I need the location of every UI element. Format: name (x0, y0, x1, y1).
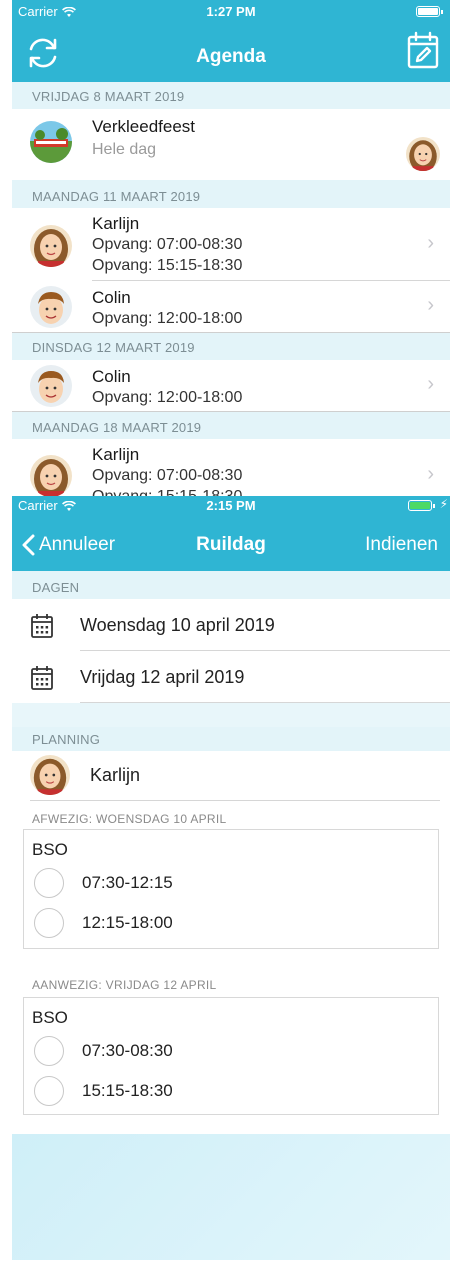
battery-charging-icon (408, 500, 435, 511)
section-header: MAANDAG 18 MAART 2019 (12, 411, 450, 439)
schedule-line: Opvang: 15:15-18:30 (92, 488, 242, 496)
calendar-edit-icon[interactable] (406, 30, 440, 75)
present-option[interactable]: 15:15-18:30 (34, 1076, 173, 1106)
list-item-event[interactable]: Verkleedfeest Hele dag (12, 109, 450, 180)
planning-panel: AFWEZIG: WOENSDAG 10 APRIL BSO 07:30-12:… (12, 801, 450, 1134)
event-title: Verkleedfeest (92, 117, 196, 136)
option-time: 07:30-08:30 (82, 1041, 173, 1060)
row-divider (30, 800, 440, 801)
day-row[interactable]: Woensdag 10 april 2019 (12, 599, 450, 651)
present-box: BSO 07:30-08:30 15:15-18:30 (23, 997, 439, 1115)
list-item[interactable]: Colin Opvang: 12:00-18:00 › (12, 281, 450, 332)
schedule-line: Opvang: 12:00-18:00 (92, 310, 243, 327)
present-label: AANWEZIG: VRIJDAG 12 APRIL (32, 978, 217, 992)
child-name: Colin (92, 288, 131, 307)
day-label: Woensdag 10 april 2019 (80, 615, 275, 635)
calendar-icon (30, 613, 54, 644)
chevron-right-icon: › (427, 373, 434, 395)
calendar-icon (30, 665, 54, 696)
schedule-line: Opvang: 07:00-08:30 (92, 467, 243, 484)
list-item[interactable]: Colin Opvang: 12:00-18:00 › (12, 360, 450, 411)
radio-button[interactable] (34, 908, 64, 938)
schedule-line: Opvang: 12:00-18:00 (92, 389, 243, 406)
option-time: 12:15-18:00 (82, 913, 173, 932)
chevron-right-icon: › (427, 463, 434, 485)
radio-button[interactable] (34, 1036, 64, 1066)
child-avatar-girl (30, 755, 70, 795)
child-avatar-girl (30, 225, 72, 267)
section-spacer (12, 703, 450, 727)
child-avatar-boy (30, 286, 72, 328)
submit-button[interactable]: Indienen (365, 534, 438, 556)
charging-bolt-icon: ⚡ (439, 497, 448, 511)
child-avatar-girl (406, 137, 440, 171)
event-subtitle: Hele dag (92, 141, 157, 158)
radio-button[interactable] (34, 868, 64, 898)
schedule-line: Opvang: 07:00-08:30 (92, 236, 243, 253)
status-bar: Carrier 1:27 PM (12, 0, 450, 22)
status-time: 1:27 PM (206, 4, 256, 19)
ruildag-screen: Carrier 2:15 PM ⚡ Annuleer Ruildag Indie… (12, 496, 450, 1134)
absent-label: AFWEZIG: WOENSDAG 10 APRIL (32, 812, 227, 826)
battery-icon (416, 6, 443, 17)
page-title: Agenda (196, 46, 266, 67)
chevron-right-icon: › (427, 294, 434, 316)
option-time: 07:30-12:15 (82, 873, 173, 892)
status-time: 2:15 PM (206, 498, 256, 513)
section-header: DINSDAG 12 MAART 2019 (12, 332, 450, 360)
radio-button[interactable] (34, 1076, 64, 1106)
child-row: Karlijn (12, 751, 450, 801)
day-row[interactable]: Vrijdag 12 april 2019 (12, 651, 450, 703)
option-time: 15:15-18:30 (82, 1081, 173, 1100)
planning-section-header: PLANNING (12, 727, 450, 751)
section-header: VRIJDAG 8 MAART 2019 (12, 82, 450, 109)
day-label: Vrijdag 12 april 2019 (80, 667, 245, 687)
list-item[interactable]: Karlijn Opvang: 07:00-08:30 Opvang: 15:1… (12, 208, 450, 281)
child-name: Colin (92, 367, 131, 386)
ruildag-navbar: Annuleer Ruildag Indienen (12, 514, 450, 571)
absent-box: BSO 07:30-12:15 12:15-18:00 (23, 829, 439, 949)
absent-option[interactable]: 07:30-12:15 (34, 868, 173, 898)
present-category: BSO (32, 1008, 68, 1027)
party-event-icon (30, 121, 72, 163)
chevron-right-icon: › (427, 232, 434, 254)
days-section-header: DAGEN (12, 571, 450, 599)
section-header: MAANDAG 11 MAART 2019 (12, 180, 450, 208)
empty-background (12, 1134, 450, 1260)
schedule-line: Opvang: 15:15-18:30 (92, 257, 243, 274)
agenda-navbar: Agenda (12, 22, 450, 82)
agenda-screen: Carrier 1:27 PM Agenda VRIJDAG 8 MAART 2… (12, 0, 450, 496)
status-bar: Carrier 2:15 PM ⚡ (12, 496, 450, 514)
child-name: Karlijn (90, 765, 141, 785)
row-divider (80, 702, 450, 703)
present-option[interactable]: 07:30-08:30 (34, 1036, 173, 1066)
child-avatar-boy (30, 365, 72, 407)
absent-category: BSO (32, 840, 68, 859)
list-item[interactable]: Karlijn Opvang: 07:00-08:30 Opvang: 15:1… (12, 439, 450, 496)
child-name: Karlijn (92, 445, 140, 464)
absent-option[interactable]: 12:15-18:00 (34, 908, 173, 938)
child-name: Karlijn (92, 214, 140, 233)
child-avatar-girl (30, 455, 72, 496)
